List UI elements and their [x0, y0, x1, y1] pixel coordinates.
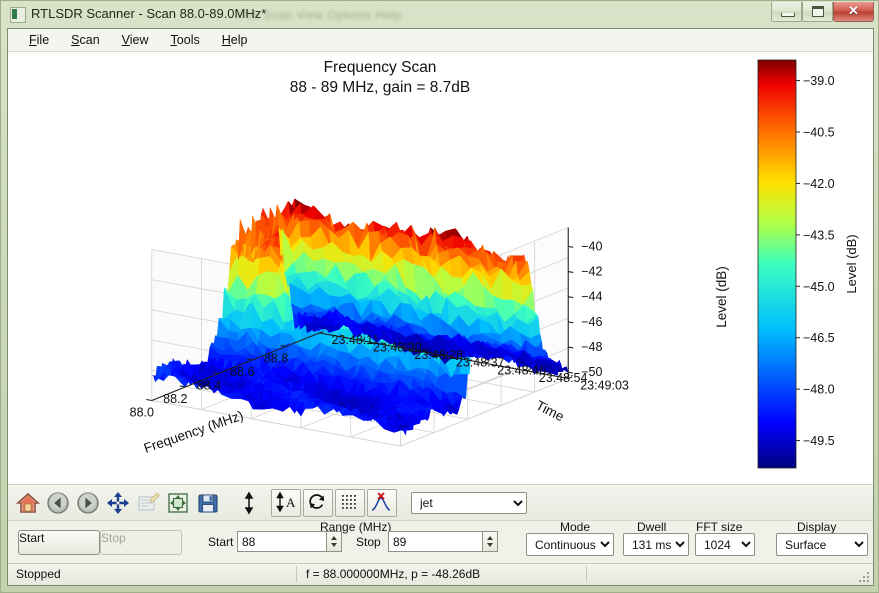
mode-label: Mode — [560, 520, 591, 534]
client-area: File Scan View Tools Help 88.0 88.2 88.4 88.6 88… — [7, 28, 874, 586]
forward-arrow-icon[interactable] — [74, 489, 102, 517]
menu-item-view[interactable]: View — [111, 31, 160, 49]
svg-text:23:49:03: 23:49:03 — [580, 379, 629, 393]
svg-text:−40.5: −40.5 — [803, 126, 835, 140]
y-axis-label: Time — [533, 398, 566, 425]
svg-text:−40: −40 — [581, 239, 602, 253]
svg-text:88.8: 88.8 — [264, 351, 288, 365]
menu-item-file[interactable]: File — [18, 31, 60, 49]
display-select[interactable]: Surface — [776, 533, 868, 556]
svg-text:−50: −50 — [581, 365, 602, 379]
start-button[interactable]: Start — [18, 530, 100, 555]
resize-icon[interactable] — [164, 489, 192, 517]
grid-dots-icon[interactable] — [335, 488, 365, 517]
plot-area[interactable]: 88.0 88.2 88.4 88.6 88.8 23:48:11 23:48:20 23:4… — [8, 52, 873, 484]
chart-subtitle: 88 - 89 MHz, gain = 8.7dB — [290, 79, 471, 96]
svg-text:88.4: 88.4 — [197, 379, 221, 393]
svg-text:−46.5: −46.5 — [803, 331, 835, 345]
pan-move-icon[interactable] — [104, 489, 132, 517]
application-window: RTLSDR Scanner - Scan 88.0-89.0MHz* File… — [0, 0, 879, 593]
svg-text:−49.5: −49.5 — [803, 434, 835, 448]
close-button[interactable]: ✕ — [833, 2, 874, 22]
range-stop-label: Stop — [356, 535, 381, 549]
save-disk-icon[interactable] — [194, 489, 222, 517]
svg-text:A: A — [286, 495, 296, 510]
app-icon — [10, 7, 26, 23]
svg-text:−46: −46 — [581, 315, 602, 329]
svg-text:−43.5: −43.5 — [803, 228, 835, 242]
title-bar: RTLSDR Scanner - Scan 88.0-89.0MHz* File… — [1, 1, 879, 28]
menu-item-tools[interactable]: Tools — [160, 31, 211, 49]
stop-button: Stop — [100, 530, 182, 555]
status-bar: Stopped f = 88.000000MHz, p = -48.26dB — [8, 563, 873, 585]
range-start-spinner[interactable] — [327, 531, 342, 552]
menu-item-scan[interactable]: Scan — [60, 31, 111, 49]
svg-text:88.2: 88.2 — [163, 392, 187, 406]
close-icon: ✕ — [848, 3, 859, 18]
svg-text:−42: −42 — [581, 265, 602, 279]
range-stop-spinner[interactable] — [483, 531, 498, 552]
fft-size-select[interactable]: 1024 — [695, 533, 755, 556]
mode-select[interactable]: Continuous — [526, 533, 614, 556]
dwell-label: Dwell — [637, 520, 667, 534]
svg-text:−44: −44 — [581, 290, 602, 304]
peak-marker-icon[interactable] — [367, 488, 397, 517]
title-ghost-artifact: File Scan View Options Help — [239, 8, 402, 22]
svg-text:88.0: 88.0 — [130, 406, 154, 420]
status-separator-1 — [296, 566, 297, 582]
colorbar: −39.0 −40.5 −42.0 −43.5 −45.0 −46.5 −48.0 −49.5… — [757, 59, 859, 469]
frequency-scan-surface-plot[interactable]: 88.088.288.488.688.823:48:1123:48:2023:4… — [8, 52, 873, 484]
svg-text:88.6: 88.6 — [230, 365, 254, 379]
range-start-label: Start — [208, 535, 234, 549]
x-axis-label: Frequency (MHz) — [142, 408, 245, 456]
resize-grip-icon[interactable] — [859, 572, 871, 584]
status-reading: f = 88.000000MHz, p = -48.26dB — [306, 567, 481, 581]
plot-toolbar: A jet — [8, 484, 873, 520]
auto-level-icon[interactable]: A — [271, 488, 301, 517]
back-arrow-icon[interactable] — [44, 489, 72, 517]
menu-bar: File Scan View Tools Help — [8, 29, 873, 52]
configure-subplots-icon[interactable] — [134, 489, 162, 517]
window-title: RTLSDR Scanner - Scan 88.0-89.0MHz* — [31, 6, 267, 21]
svg-text:−48.0: −48.0 — [803, 383, 835, 397]
maximize-button[interactable] — [802, 2, 833, 22]
chart-title-group: Frequency Scan 88 - 89 MHz, gain = 8.7dB — [290, 59, 471, 96]
svg-text:−39.0: −39.0 — [803, 74, 835, 88]
range-start-input[interactable] — [237, 531, 327, 552]
refresh-cycle-icon[interactable] — [303, 488, 333, 517]
svg-text:−45.0: −45.0 — [803, 280, 835, 294]
status-state: Stopped — [16, 567, 61, 581]
minimize-button[interactable] — [771, 2, 802, 22]
menu-item-help[interactable]: Help — [211, 31, 259, 49]
autoscale-icon[interactable] — [235, 489, 263, 517]
fft-size-label: FFT size — [696, 520, 743, 534]
scan-controls: Start Stop Range (MHz) Start Stop Mode C… — [8, 520, 873, 563]
colormap-select[interactable]: jet — [411, 491, 527, 514]
dwell-select[interactable]: 131 ms — [623, 533, 689, 556]
z-axis-label: Level (dB) — [714, 266, 729, 328]
svg-text:−42.0: −42.0 — [803, 177, 835, 191]
range-stop-input[interactable] — [388, 531, 483, 552]
colorbar-label: Level (dB) — [844, 234, 859, 293]
svg-text:−48: −48 — [581, 340, 602, 354]
status-separator-2 — [586, 566, 587, 582]
home-icon[interactable] — [14, 489, 42, 517]
chart-title: Frequency Scan — [324, 59, 437, 76]
display-label: Display — [797, 520, 837, 534]
